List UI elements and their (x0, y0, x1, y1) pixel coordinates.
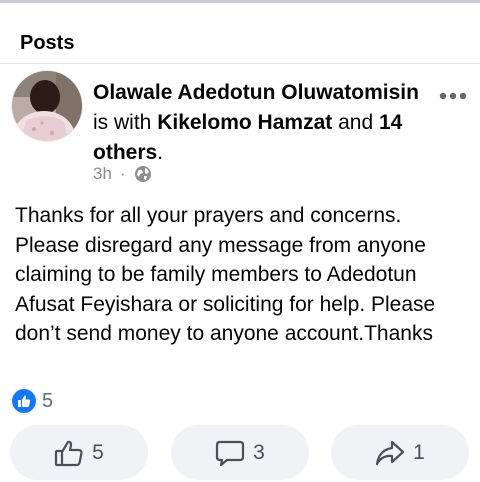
reactions-summary[interactable]: 5 (12, 389, 53, 413)
comment-button[interactable]: 3 (171, 425, 309, 480)
header-divider (0, 63, 480, 64)
top-divider (0, 0, 480, 3)
comment-icon (216, 440, 245, 466)
post-time[interactable]: 3h (93, 164, 112, 184)
tagged-person[interactable]: Kikelomo Hamzat (157, 111, 332, 134)
more-icon (439, 92, 467, 100)
avatar[interactable] (12, 71, 82, 141)
with-text: is with (93, 111, 152, 134)
post-meta: 3h · (93, 164, 152, 184)
post-header: Olawale Adedotun Oluwatomisin is with Ki… (93, 78, 433, 168)
share-icon (376, 440, 405, 465)
share-count: 1 (413, 440, 425, 464)
header-period: . (157, 141, 164, 164)
thumbs-up-icon (55, 440, 83, 466)
meta-separator: · (119, 164, 126, 183)
share-button[interactable]: 1 (331, 425, 469, 480)
globe-icon[interactable] (134, 165, 152, 183)
post-body: Thanks for all your prayers and concerns… (15, 204, 436, 345)
like-reaction-icon (12, 389, 36, 413)
like-count: 5 (92, 440, 104, 464)
more-options-button[interactable] (438, 86, 468, 106)
author-name[interactable]: Olawale Adedotun Oluwatomisin (93, 81, 419, 104)
comment-count: 3 (253, 440, 265, 464)
and-text: and (338, 111, 374, 134)
section-title: Posts (20, 32, 75, 54)
reaction-count: 5 (42, 389, 54, 412)
avatar-image (12, 71, 82, 141)
like-button[interactable]: 5 (10, 425, 148, 480)
